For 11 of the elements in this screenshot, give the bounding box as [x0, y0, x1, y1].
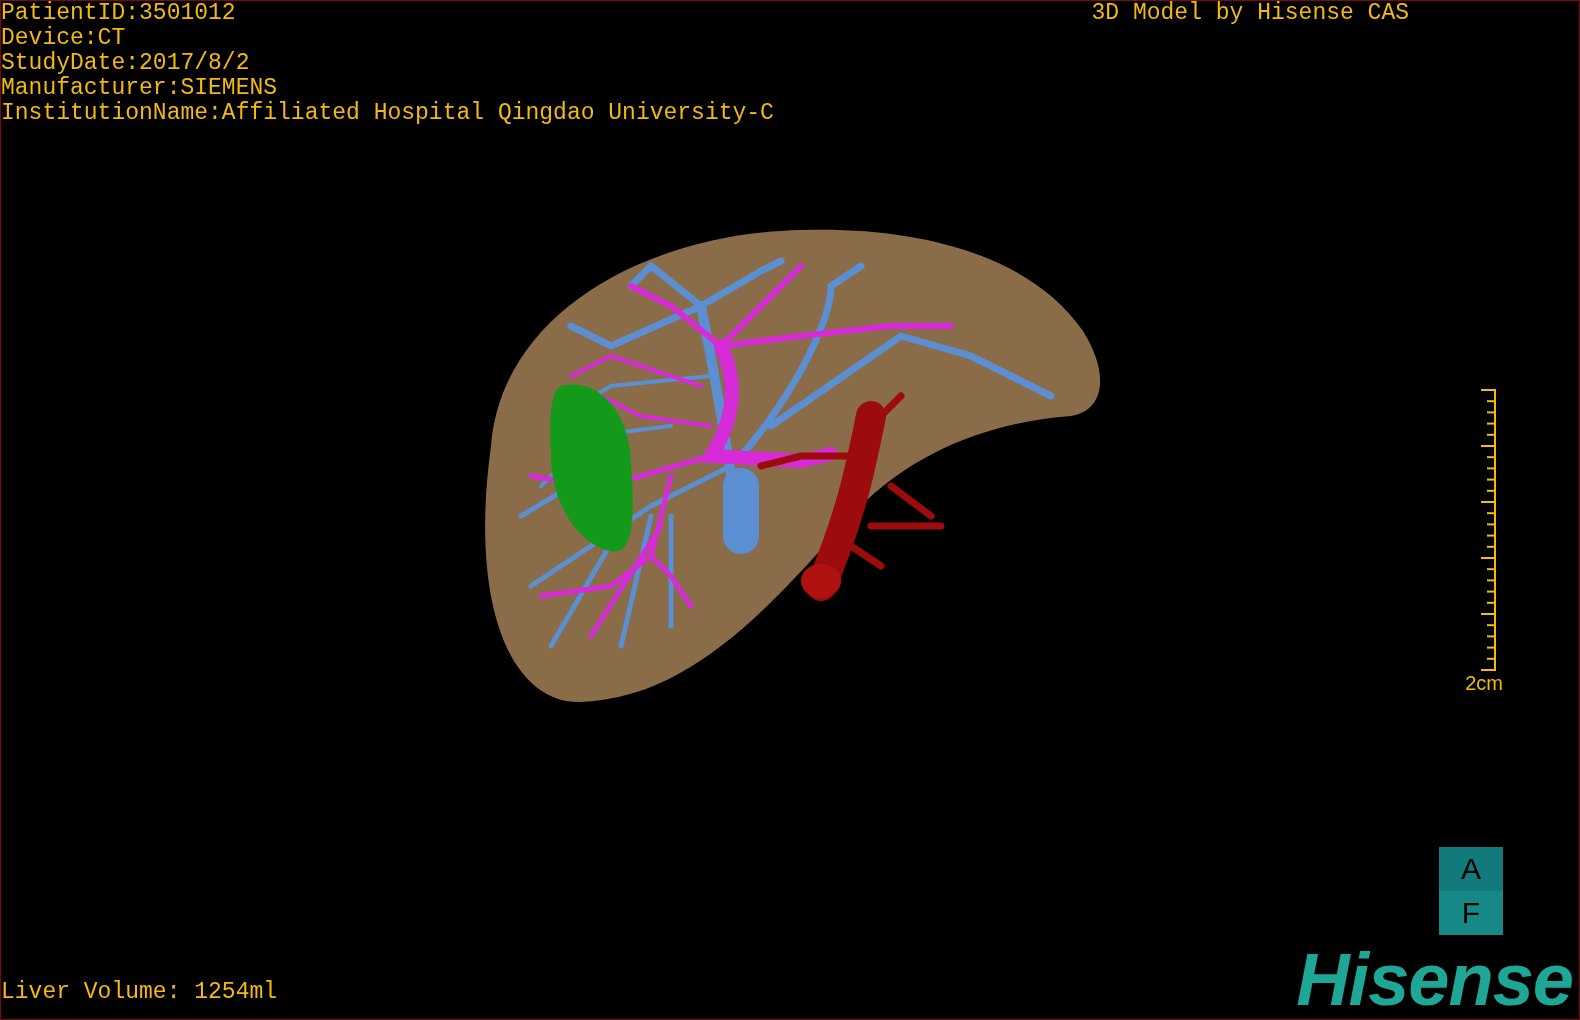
orientation-cube-face[interactable]: A	[1439, 847, 1503, 891]
study-info-line: InstitutionName:Affiliated Hospital Qingdao University-C	[1, 101, 774, 126]
scale-label: 2cm	[1465, 672, 1503, 694]
model-title: 3D Model by Hisense CAS	[1091, 1, 1410, 28]
study-info-line: PatientID:3501012	[1, 1, 237, 26]
study-info-line: Device:CT	[1, 26, 127, 51]
study-info-line: StudyDate:2017/8/2	[1, 51, 251, 76]
orientation-cube-face[interactable]: F	[1439, 891, 1503, 935]
study-info-line: Manufacturer:SIEMENS	[1, 76, 279, 101]
brand-logo: Hisense	[1296, 945, 1573, 1015]
liver-volume-text: Liver Volume: 1254ml	[1, 980, 278, 1007]
